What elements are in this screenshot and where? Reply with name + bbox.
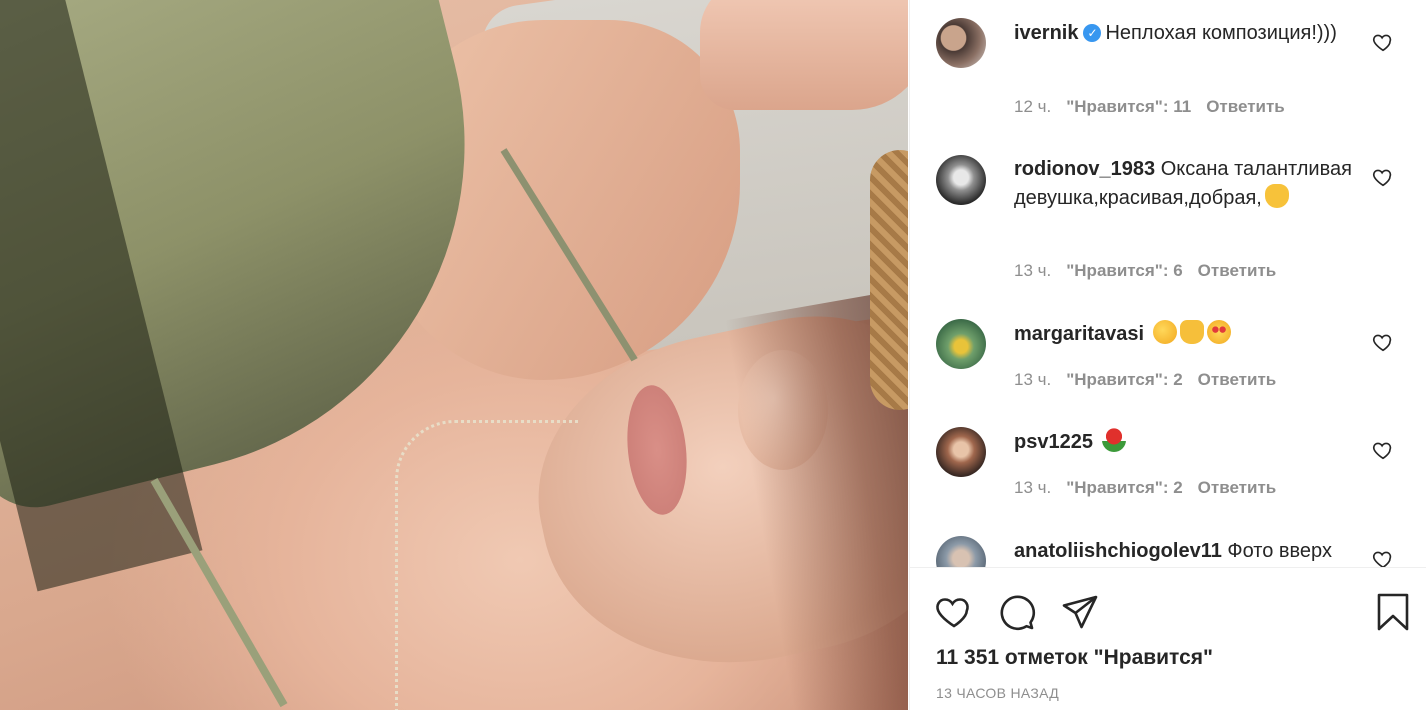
comment-like-heart-icon[interactable] xyxy=(1372,331,1394,353)
avatar[interactable] xyxy=(936,155,986,205)
comment-text: anatoliishchiogolev11 Фото вверх xyxy=(1014,537,1394,566)
avatar[interactable] xyxy=(936,18,986,68)
comment-likes-count[interactable]: "Нравится": 2 xyxy=(1066,478,1182,497)
comment-like-heart-icon[interactable] xyxy=(1372,439,1394,461)
comment-username[interactable]: psv1225 xyxy=(1014,431,1093,453)
comment-list[interactable]: ivernik ✓ Неплохая композиция!))) 12 ч. "Нр… xyxy=(910,0,1426,567)
comment-likes-count[interactable]: "Нравится": 2 xyxy=(1066,370,1182,389)
comment-text: margaritavasi xyxy=(1014,320,1369,349)
share-icon[interactable] xyxy=(1060,592,1100,632)
comment-meta: 12 ч. "Нравится": 11 Ответить xyxy=(1014,97,1300,117)
comment-text: ivernik ✓ Неплохая композиция!))) xyxy=(1014,19,1369,48)
rose-emoji-icon xyxy=(1101,428,1126,452)
comment-text: psv1225 xyxy=(1014,428,1369,457)
comment-username[interactable]: anatoliishchiogolev11 xyxy=(1014,540,1222,562)
post-photo[interactable] xyxy=(0,0,908,710)
comment-like-heart-icon[interactable] xyxy=(1372,166,1394,188)
comment-icon[interactable] xyxy=(997,592,1037,632)
comment-time: 12 ч. xyxy=(1014,97,1052,116)
comment-time: 13 ч. xyxy=(1014,370,1052,389)
likes-count[interactable]: 11 351 отметок "Нравится" xyxy=(936,646,1213,670)
comment-body: Неплохая композиция!))) xyxy=(1105,22,1337,44)
thumbs-up-emoji-icon xyxy=(1179,320,1204,344)
instagram-post-view: ivernik ✓ Неплохая композиция!))) 12 ч. "Нр… xyxy=(0,0,1426,710)
comment-text: rodionov_1983 Оксана талантливая девушка… xyxy=(1014,155,1369,213)
comment-username[interactable]: margaritavasi xyxy=(1014,323,1144,345)
avatar[interactable] xyxy=(936,427,986,477)
post-side-panel: ivernik ✓ Неплохая композиция!))) 12 ч. "Нр… xyxy=(909,0,1426,710)
heart-eyes-face-emoji-icon xyxy=(1206,320,1231,344)
reply-button[interactable]: Ответить xyxy=(1198,478,1277,497)
post-timestamp[interactable]: 13 ЧАСОВ НАЗАД xyxy=(936,685,1059,701)
comment-username[interactable]: rodionov_1983 xyxy=(1014,158,1155,180)
heart-icon[interactable] xyxy=(934,592,974,632)
reply-button[interactable]: Ответить xyxy=(1198,261,1277,280)
comment-like-heart-icon[interactable] xyxy=(1372,31,1394,53)
comment-username[interactable]: ivernik xyxy=(1014,22,1078,44)
avatar[interactable] xyxy=(936,319,986,369)
comment-time: 13 ч. xyxy=(1014,478,1052,497)
comment-meta: 13 ч. "Нравится": 6 Ответить xyxy=(1014,261,1291,281)
post-actions-section: 11 351 отметок "Нравится" 13 ЧАСОВ НАЗАД xyxy=(910,567,1426,711)
kissing-face-emoji-icon xyxy=(1152,320,1177,344)
verified-badge-icon: ✓ xyxy=(1083,24,1102,42)
comment-meta: 13 ч. "Нравится": 2 Ответить xyxy=(1014,370,1291,390)
bookmark-icon[interactable] xyxy=(1373,592,1413,632)
comment-meta: 13 ч. "Нравится": 2 Ответить xyxy=(1014,478,1291,498)
avatar[interactable] xyxy=(936,536,986,567)
comment-time: 13 ч. xyxy=(1014,261,1052,280)
comment-likes-count[interactable]: "Нравится": 11 xyxy=(1066,97,1191,116)
comment-likes-count[interactable]: "Нравится": 6 xyxy=(1066,261,1182,280)
reply-button[interactable]: Ответить xyxy=(1198,370,1277,389)
ok-hand-emoji-icon xyxy=(1264,184,1289,208)
comment-like-heart-icon[interactable] xyxy=(1372,548,1394,567)
reply-button[interactable]: Ответить xyxy=(1206,97,1285,116)
comment-body: Фото вверх xyxy=(1227,540,1332,562)
